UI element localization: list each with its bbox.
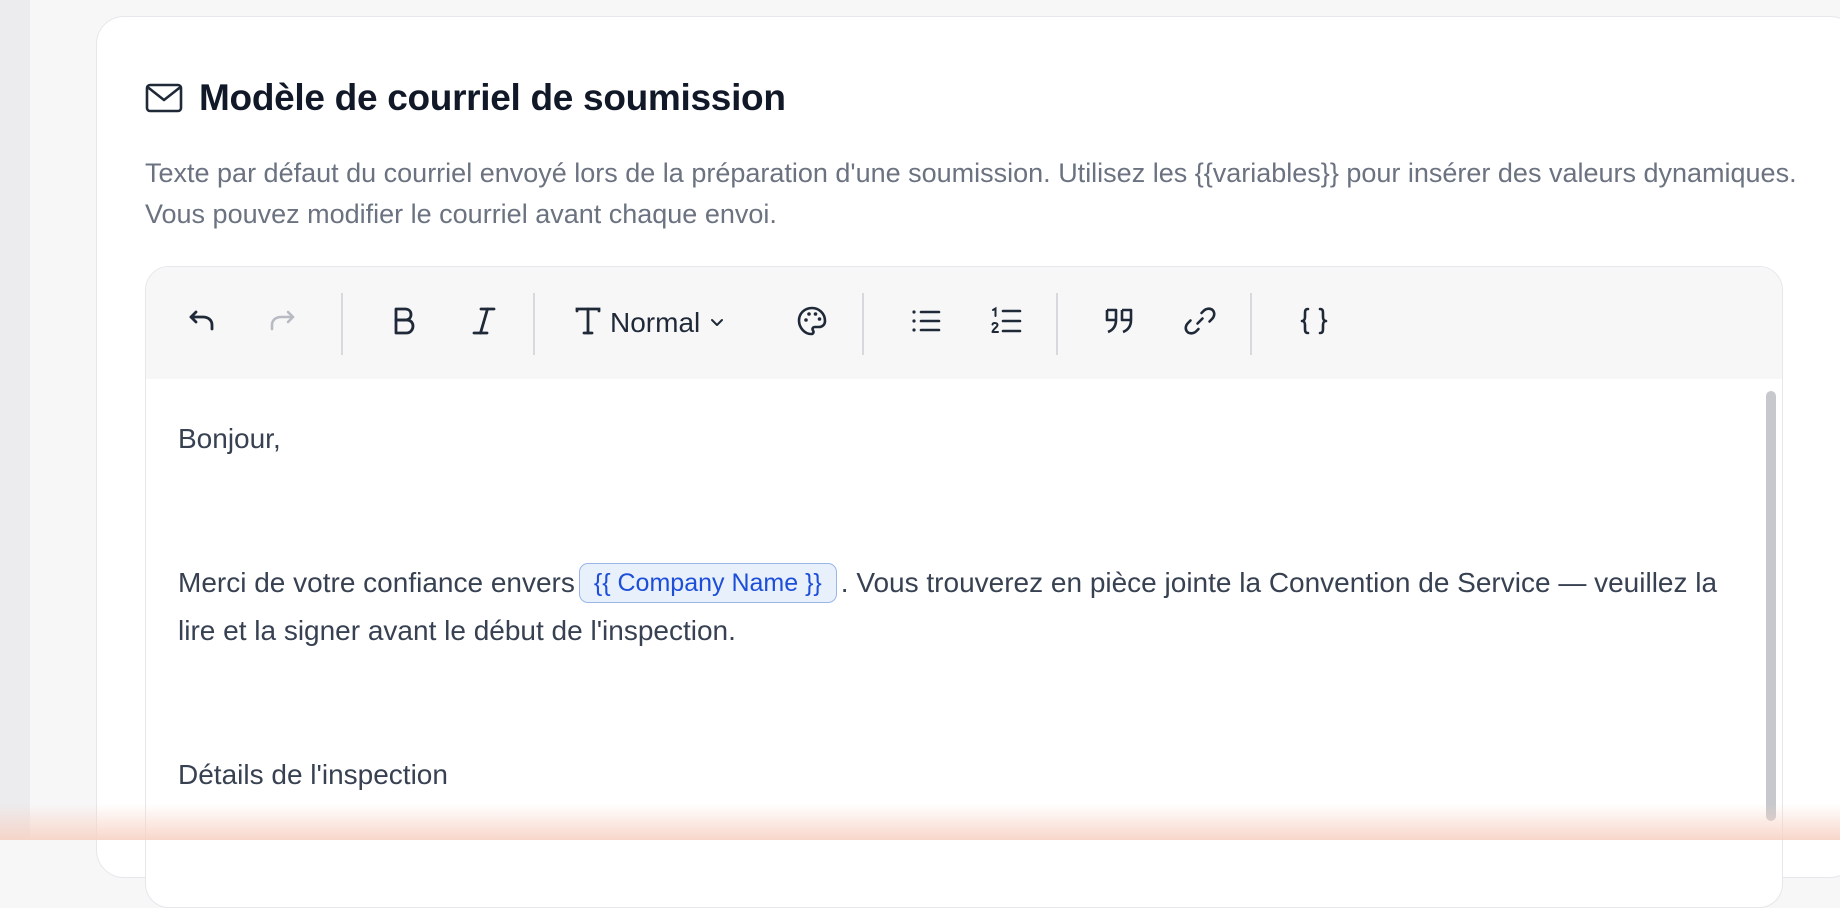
text-style-icon (574, 306, 602, 341)
empty-line (178, 511, 1718, 559)
insert-variable-button[interactable] (1290, 299, 1338, 347)
inspection-details-heading: Détails de l'inspection (178, 759, 448, 790)
toolbar-divider (862, 293, 864, 355)
quote-button[interactable] (1096, 299, 1144, 347)
italic-icon (472, 306, 496, 341)
undo-button[interactable] (178, 299, 226, 347)
text-style-label: Normal (610, 307, 701, 338)
body-paragraph: Merci de votre confiance envers{{ Compan… (178, 559, 1718, 655)
left-strip (0, 0, 30, 840)
variable-braces-icon (1299, 306, 1329, 341)
toolbar-divider (341, 293, 343, 355)
bullet-list-icon (910, 307, 942, 340)
text-style-dropdown[interactable]: Normal (574, 299, 744, 347)
scrollbar-thumb[interactable] (1766, 391, 1776, 821)
numbered-list-icon (990, 306, 1022, 341)
greeting-text: Bonjour, (178, 423, 281, 454)
paragraph-text: Merci de votre confiance envers (178, 567, 575, 598)
email-template-card: Modèle de courriel de soumission Texte p… (96, 16, 1840, 908)
palette-icon (796, 305, 828, 342)
toolbar-divider (1250, 293, 1252, 355)
empty-line (178, 703, 1718, 751)
chevron-down-icon (710, 318, 724, 328)
text-color-button[interactable] (788, 299, 836, 347)
section-description: Texte par défaut du courriel envoyé lors… (145, 158, 1797, 229)
section-header: Modèle de courriel de soumission (145, 77, 786, 119)
bullet-list-button[interactable] (902, 299, 950, 347)
link-button[interactable] (1176, 299, 1224, 347)
italic-button[interactable] (460, 299, 508, 347)
link-icon (1184, 305, 1216, 342)
bold-button[interactable] (380, 299, 428, 347)
toolbar-divider (1056, 293, 1058, 355)
redo-button[interactable] (258, 299, 306, 347)
quote-icon (1104, 307, 1136, 340)
rich-text-editor: Normal Bonjour, Merci de votre confiance… (145, 266, 1783, 908)
empty-line (178, 463, 1718, 511)
mail-icon (145, 83, 183, 113)
editor-content[interactable]: Bonjour, Merci de votre confiance envers… (178, 415, 1718, 799)
redo-icon (267, 308, 297, 339)
editor-toolbar: Normal (146, 267, 1782, 379)
toolbar-divider (533, 293, 535, 355)
undo-icon (187, 308, 217, 339)
numbered-list-button[interactable] (982, 299, 1030, 347)
company-name-variable-chip[interactable]: {{ Company Name }} (578, 563, 837, 603)
bold-icon (392, 306, 416, 341)
section-title: Modèle de courriel de soumission (199, 77, 786, 118)
editor-scrollbar[interactable] (1764, 391, 1778, 907)
empty-line (178, 655, 1718, 703)
